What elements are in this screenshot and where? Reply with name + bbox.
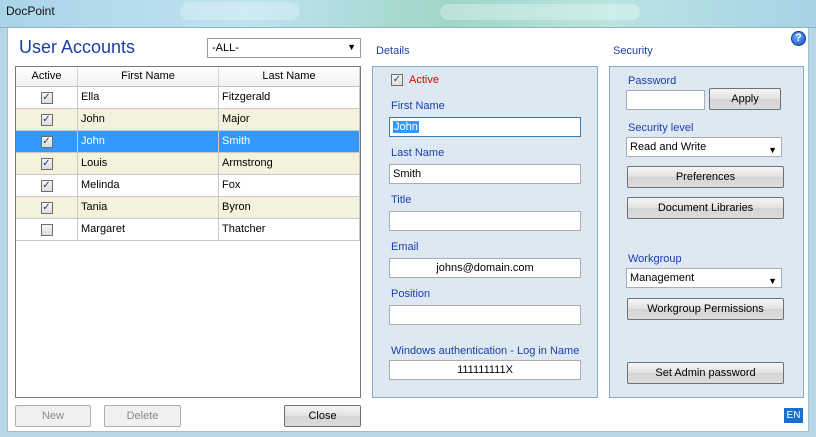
title-bar-decoration <box>440 4 640 20</box>
last-name-cell: Major <box>219 109 360 130</box>
last-name-input[interactable]: Smith <box>389 164 581 184</box>
row-active-checkbox[interactable]: ✓ <box>40 179 53 192</box>
last-name-label: Last Name <box>391 147 445 159</box>
grid-body: ✓ Ella Fitzgerald ✓ John Major ✓ John Smith ✓ Loui… <box>16 87 360 241</box>
chevron-down-icon: ▼ <box>347 42 356 52</box>
chevron-down-icon: ▼ <box>768 276 777 286</box>
first-name-cell: John <box>78 109 219 130</box>
active-cell: ✓ <box>16 197 78 218</box>
security-level-dropdown[interactable]: Read and Write ▼ <box>626 137 782 157</box>
set-admin-password-button[interactable]: Set Admin password <box>627 362 784 384</box>
workgroup-value: Management <box>630 272 695 284</box>
user-accounts-heading: User Accounts <box>19 37 136 57</box>
details-caption: Details <box>376 45 410 57</box>
table-row[interactable]: ✓ Ella Fitzgerald <box>16 87 360 109</box>
row-active-checkbox[interactable]: ✓ <box>40 201 53 214</box>
column-header-active[interactable]: Active <box>16 67 78 86</box>
first-name-input[interactable]: John <box>389 117 581 137</box>
security-caption: Security <box>613 45 653 57</box>
position-label: Position <box>391 288 431 300</box>
row-active-checkbox[interactable] <box>40 223 53 236</box>
last-name-cell: Byron <box>219 197 360 218</box>
last-name-cell: Armstrong <box>219 153 360 174</box>
table-row[interactable]: Margaret Thatcher <box>16 219 360 241</box>
language-indicator[interactable]: EN <box>784 408 803 423</box>
email-label: Email <box>391 241 419 253</box>
close-button[interactable]: Close <box>284 405 361 427</box>
chevron-down-icon: ▼ <box>768 145 777 155</box>
apply-button[interactable]: Apply <box>709 88 781 110</box>
document-libraries-button[interactable]: Document Libraries <box>627 197 784 219</box>
column-header-last-name[interactable]: Last Name <box>219 67 360 86</box>
active-checkbox-label: Active <box>409 74 439 86</box>
table-row[interactable]: ✓ Tania Byron <box>16 197 360 219</box>
active-cell: ✓ <box>16 175 78 196</box>
account-filter-value: -ALL- <box>212 42 239 54</box>
security-level-value: Read and Write <box>630 141 707 153</box>
position-input[interactable] <box>389 305 581 325</box>
first-name-cell: Louis <box>78 153 219 174</box>
table-row[interactable]: ✓ John Major <box>16 109 360 131</box>
title-label: Title <box>391 194 412 206</box>
workgroup-dropdown[interactable]: Management ▼ <box>626 268 782 288</box>
active-cell <box>16 219 78 240</box>
security-level-label: Security level <box>628 122 694 134</box>
table-row[interactable]: ✓ Louis Armstrong <box>16 153 360 175</box>
new-button[interactable]: New <box>15 405 91 427</box>
workgroup-label: Workgroup <box>628 253 682 265</box>
last-name-cell: Fox <box>219 175 360 196</box>
last-name-cell: Thatcher <box>219 219 360 240</box>
user-accounts-grid[interactable]: Active First Name Last Name ✓ Ella Fitzger… <box>15 66 361 398</box>
first-name-cell: Melinda <box>78 175 219 196</box>
table-row[interactable]: ✓ John Smith <box>16 131 360 153</box>
help-icon[interactable]: ? <box>791 31 806 46</box>
password-label: Password <box>628 75 677 87</box>
first-name-cell: Ella <box>78 87 219 108</box>
row-active-checkbox[interactable]: ✓ <box>40 157 53 170</box>
first-name-cell: Tania <box>78 197 219 218</box>
title-bar-decoration <box>180 2 300 20</box>
table-row[interactable]: ✓ Melinda Fox <box>16 175 360 197</box>
active-checkbox[interactable]: ✓ <box>391 74 403 86</box>
first-name-cell: John <box>78 131 219 152</box>
last-name-cell: Smith <box>219 131 360 152</box>
first-name-label: First Name <box>391 100 445 112</box>
row-active-checkbox[interactable]: ✓ <box>40 91 53 104</box>
first-name-cell: Margaret <box>78 219 219 240</box>
active-cell: ✓ <box>16 109 78 130</box>
account-filter-dropdown[interactable]: -ALL- ▼ <box>207 38 361 58</box>
windows-auth-label: Windows authentication - Log in Name <box>391 345 580 357</box>
first-name-value: John <box>393 121 419 133</box>
row-active-checkbox[interactable]: ✓ <box>40 135 53 148</box>
security-panel <box>609 66 804 398</box>
active-cell: ✓ <box>16 131 78 152</box>
email-input[interactable]: johns@domain.com <box>389 258 581 278</box>
grid-header: Active First Name Last Name <box>16 67 360 87</box>
active-cell: ✓ <box>16 87 78 108</box>
window-title: DocPoint <box>6 4 55 18</box>
row-active-checkbox[interactable]: ✓ <box>40 113 53 126</box>
preferences-button[interactable]: Preferences <box>627 166 784 188</box>
column-header-first-name[interactable]: First Name <box>78 67 219 86</box>
windows-auth-input[interactable]: 111111111X <box>389 360 581 380</box>
delete-button[interactable]: Delete <box>104 405 181 427</box>
workgroup-permissions-button[interactable]: Workgroup Permissions <box>627 298 784 320</box>
password-input[interactable] <box>626 90 705 110</box>
title-input[interactable] <box>389 211 581 231</box>
active-cell: ✓ <box>16 153 78 174</box>
last-name-cell: Fitzgerald <box>219 87 360 108</box>
title-bar: DocPoint <box>0 0 816 28</box>
